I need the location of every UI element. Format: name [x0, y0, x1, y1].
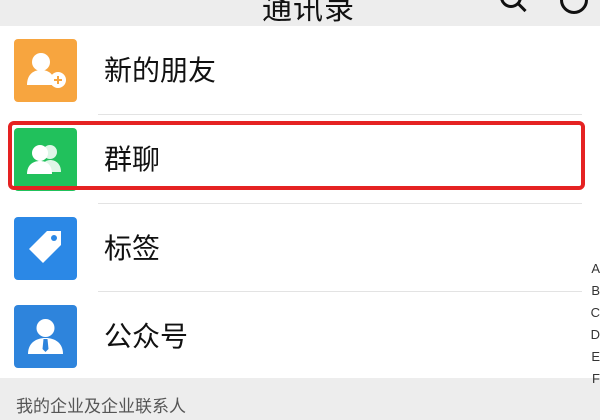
page-title: 通讯录: [262, 0, 355, 26]
alphabet-index-letter[interactable]: B: [586, 280, 600, 302]
alphabet-index-letter[interactable]: D: [586, 324, 600, 346]
contacts-function-list: 新的朋友 群聊 标签 公众号: [0, 26, 600, 378]
list-item-label: 群聊: [104, 143, 161, 176]
add-contact-icon[interactable]: [560, 0, 588, 14]
top-nav-bar: 通讯录: [0, 0, 600, 26]
add-friend-icon: [14, 39, 77, 102]
list-item-label: 公众号: [104, 320, 189, 353]
search-icon[interactable]: [500, 0, 522, 8]
list-item-group-chats[interactable]: 群聊: [0, 115, 600, 203]
section-label: 我的企业及企业联系人: [16, 397, 186, 417]
list-item-official-accounts[interactable]: 公众号: [0, 292, 600, 380]
group-chat-icon: [14, 128, 77, 191]
alphabet-index-letter[interactable]: A: [586, 258, 600, 280]
alphabet-index[interactable]: A B C D E F: [586, 258, 600, 390]
list-item-label: 新的朋友: [104, 54, 217, 87]
tag-icon: [14, 217, 77, 280]
list-item-new-friends[interactable]: 新的朋友: [0, 26, 600, 114]
alphabet-index-letter[interactable]: E: [586, 346, 600, 368]
section-header-enterprise: 我的企业及企业联系人: [0, 378, 600, 420]
list-item-label: 标签: [104, 232, 161, 265]
contacts-screen: 通讯录 新的朋友 群聊 标签 公众号 我的企业及企业联系人 A B C D E …: [0, 0, 600, 420]
alphabet-index-letter[interactable]: F: [586, 368, 600, 390]
list-item-tags[interactable]: 标签: [0, 204, 600, 292]
alphabet-index-letter[interactable]: C: [586, 302, 600, 324]
official-account-icon: [14, 305, 77, 368]
